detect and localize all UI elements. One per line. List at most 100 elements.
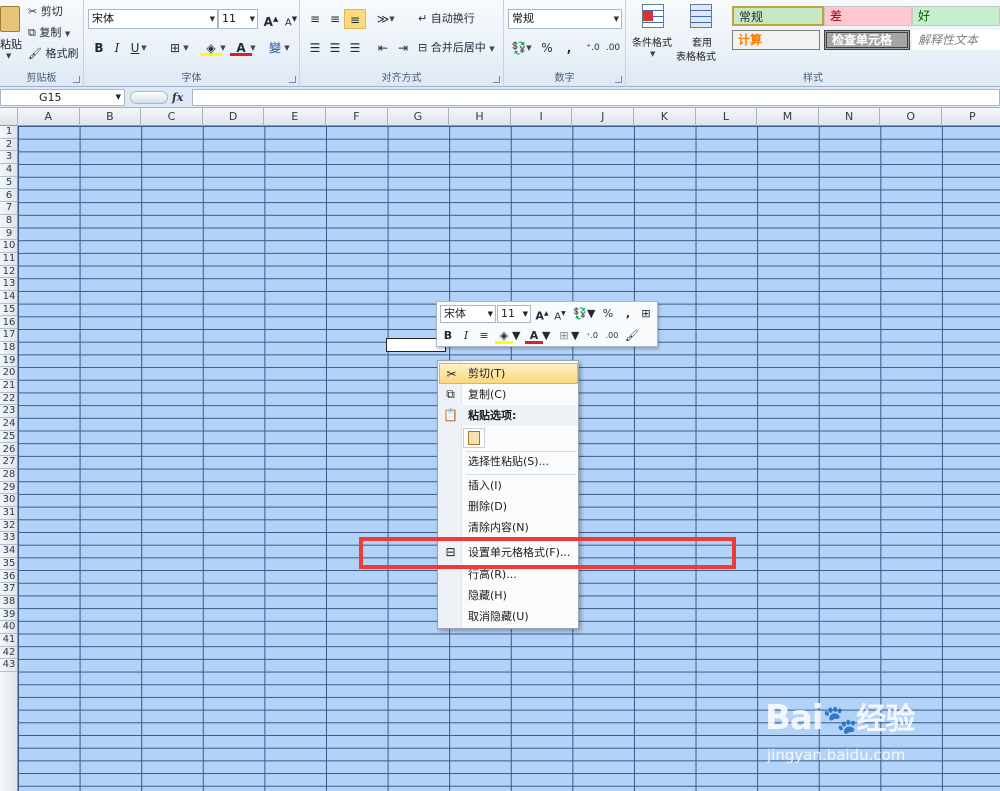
mini-format-table-icon[interactable]: ⊞: [637, 305, 655, 323]
align-left-icon[interactable]: ☰: [304, 38, 326, 58]
column-header[interactable]: H: [449, 108, 511, 126]
conditional-format-button[interactable]: 条件格式 ▼: [630, 2, 678, 64]
row-header[interactable]: 39: [0, 609, 17, 622]
row-header[interactable]: 17: [0, 329, 17, 342]
menu-item-paste-special[interactable]: 选择性粘贴(S)...: [439, 451, 578, 472]
column-header[interactable]: E: [264, 108, 326, 126]
align-top-icon[interactable]: ≡: [304, 9, 326, 29]
column-header[interactable]: G: [388, 108, 450, 126]
menu-item-unhide[interactable]: 取消隐藏(U): [439, 606, 578, 627]
row-header[interactable]: 1: [0, 126, 17, 139]
select-all-corner[interactable]: [0, 108, 18, 126]
row-header[interactable]: 31: [0, 507, 17, 520]
mini-increase-decimal-icon[interactable]: ⁺.0: [583, 327, 601, 345]
row-header[interactable]: 8: [0, 215, 17, 228]
underline-dropdown-icon[interactable]: ▼: [139, 38, 149, 58]
table-format-button[interactable]: 套用 表格格式: [676, 2, 730, 64]
mini-font-name-select[interactable]: 宋体 ▼: [440, 305, 496, 323]
row-header[interactable]: 18: [0, 342, 17, 355]
row-header[interactable]: 41: [0, 634, 17, 647]
row-header[interactable]: 27: [0, 456, 17, 469]
row-header[interactable]: 28: [0, 469, 17, 482]
decrease-decimal-icon[interactable]: .00: [602, 38, 624, 58]
row-header[interactable]: 37: [0, 583, 17, 596]
mini-comma-icon[interactable]: ,: [619, 305, 637, 323]
mini-font-size-select[interactable]: 11 ▼: [497, 305, 531, 323]
mini-fill-dropdown-icon[interactable]: ▼: [512, 327, 520, 345]
row-header[interactable]: 21: [0, 380, 17, 393]
name-box[interactable]: G15 ▼: [0, 89, 125, 106]
row-header[interactable]: 15: [0, 304, 17, 317]
row-header[interactable]: 7: [0, 202, 17, 215]
paste-option-button[interactable]: [463, 428, 485, 448]
row-header[interactable]: 33: [0, 532, 17, 546]
style-bad[interactable]: 差: [824, 6, 912, 26]
column-header[interactable]: F: [326, 108, 388, 126]
formula-bar-splitter[interactable]: [130, 91, 168, 104]
column-header[interactable]: J: [572, 108, 634, 126]
column-header[interactable]: C: [141, 108, 203, 126]
row-header[interactable]: 12: [0, 266, 17, 279]
row-header[interactable]: 35: [0, 558, 17, 571]
shrink-font-icon[interactable]: A▼: [280, 9, 302, 29]
mini-currency-dropdown-icon[interactable]: ▼: [587, 305, 595, 323]
menu-item-delete[interactable]: 删除(D): [439, 496, 578, 517]
fill-color-dropdown-icon[interactable]: ▼: [218, 38, 228, 58]
row-header[interactable]: 13: [0, 278, 17, 292]
row-header[interactable]: 40: [0, 621, 17, 634]
row-header[interactable]: 16: [0, 317, 17, 330]
copy-dropdown-icon[interactable]: ▼: [65, 30, 70, 38]
align-right-icon[interactable]: ☰: [344, 38, 366, 58]
row-header[interactable]: 6: [0, 190, 17, 203]
paste-button[interactable]: 粘贴 ▼: [0, 2, 24, 62]
mini-italic-icon[interactable]: I: [457, 327, 475, 345]
row-header[interactable]: 36: [0, 571, 17, 584]
wrap-text-button[interactable]: ↵ 自动换行: [418, 9, 475, 29]
column-header[interactable]: N: [819, 108, 881, 126]
row-header[interactable]: 26: [0, 444, 17, 457]
mini-fill-color-icon[interactable]: ◈: [495, 327, 513, 344]
style-good[interactable]: 好: [912, 6, 1000, 26]
menu-item-clear-contents[interactable]: 清除内容(N): [439, 517, 578, 538]
alignment-launcher-icon[interactable]: [493, 76, 500, 83]
mini-percent-icon[interactable]: %: [599, 305, 617, 323]
percent-icon[interactable]: %: [536, 38, 558, 58]
cut-button[interactable]: ✂ 剪切: [28, 2, 63, 22]
mini-font-color-icon[interactable]: A: [525, 327, 543, 344]
style-calculation[interactable]: 计算: [732, 30, 820, 50]
currency-dropdown-icon[interactable]: ▼: [524, 38, 534, 58]
style-check-cell[interactable]: 检查单元格: [824, 30, 910, 50]
number-launcher-icon[interactable]: [615, 76, 622, 83]
comma-icon[interactable]: ,: [558, 38, 580, 58]
align-bottom-icon[interactable]: ≡: [344, 9, 366, 29]
row-header[interactable]: 42: [0, 647, 17, 660]
decrease-indent-icon[interactable]: ⇤: [372, 38, 394, 58]
row-header[interactable]: 34: [0, 545, 17, 558]
font-name-select[interactable]: 宋体 ▼: [88, 9, 218, 29]
mini-format-painter-icon[interactable]: 🖌: [623, 327, 641, 345]
clipboard-launcher-icon[interactable]: [73, 76, 80, 83]
column-header[interactable]: D: [203, 108, 265, 126]
column-header[interactable]: K: [634, 108, 696, 126]
mini-center-icon[interactable]: ≡: [475, 327, 493, 345]
merge-center-button[interactable]: ⊟ 合并后居中 ▼: [418, 38, 495, 58]
row-header[interactable]: 2: [0, 139, 17, 152]
mini-bold-icon[interactable]: B: [439, 327, 457, 345]
row-header[interactable]: 23: [0, 405, 17, 419]
mini-font-color-dropdown-icon[interactable]: ▼: [542, 327, 550, 345]
merge-dropdown-icon[interactable]: ▼: [489, 45, 494, 53]
orientation-dropdown-icon[interactable]: ▼: [387, 9, 397, 29]
number-format-select[interactable]: 常规 ▼: [508, 9, 622, 29]
menu-item-hide[interactable]: 隐藏(H): [439, 585, 578, 606]
row-header[interactable]: 30: [0, 494, 17, 507]
menu-item-cut[interactable]: ✂ 剪切(T): [439, 363, 578, 384]
row-header[interactable]: 20: [0, 367, 17, 380]
row-header[interactable]: 32: [0, 520, 17, 533]
column-header[interactable]: P: [942, 108, 1000, 126]
font-launcher-icon[interactable]: [289, 76, 296, 83]
row-header[interactable]: 4: [0, 164, 17, 177]
menu-item-insert[interactable]: 插入(I): [439, 475, 578, 496]
menu-item-copy[interactable]: ⧉ 复制(C): [439, 384, 578, 405]
mini-grow-font-icon[interactable]: A▲: [533, 305, 551, 323]
formula-input[interactable]: [192, 89, 1000, 106]
